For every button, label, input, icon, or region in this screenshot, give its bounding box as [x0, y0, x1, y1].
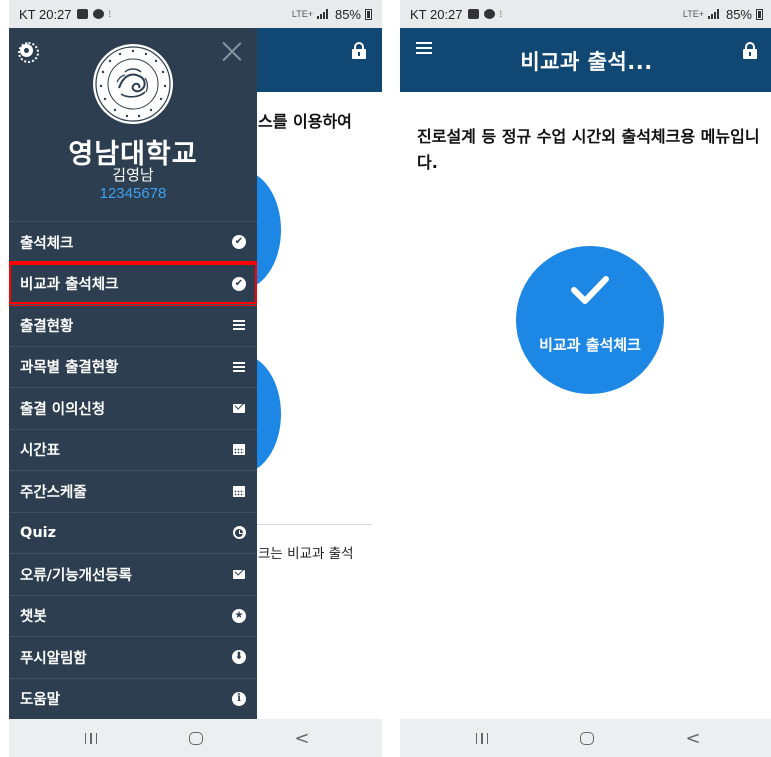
battery-label: 85% — [334, 6, 361, 22]
back-button[interactable]: < — [663, 719, 723, 757]
menu-item-chatbot[interactable]: 챗봇 ★ — [9, 594, 257, 637]
check-circle-icon: ✔ — [232, 235, 246, 250]
checkmark-icon — [571, 276, 609, 304]
user-name: 김영남 — [112, 166, 154, 184]
check-circle-icon: ✔ — [232, 276, 246, 291]
notification-icon: ⁞ — [499, 9, 503, 19]
menu-item-label: 푸시알림함 — [20, 650, 87, 667]
drawer-menu: 출석체크 ✔ 비교과 출석체크 ✔ 출결현황 과목별 출결현황 출결 이의신청 … — [9, 221, 257, 719]
background-text: 크는 비교과 출석 — [258, 546, 354, 562]
gallery-icon — [467, 9, 479, 19]
battery-icon — [365, 8, 372, 20]
menu-item-label: 도움말 — [20, 692, 61, 709]
system-nav-bar: < — [9, 719, 382, 757]
message-icon — [483, 9, 495, 19]
menu-item-label: 출석체크 — [20, 235, 74, 252]
notification-icon: ⁞ — [108, 9, 112, 19]
menu-item-label: 과목별 출결현황 — [20, 360, 119, 377]
gallery-icon — [76, 9, 88, 19]
signal-icon — [707, 9, 722, 19]
list-icon — [233, 361, 245, 372]
list-icon — [233, 320, 245, 331]
status-time: KT 20:27 — [19, 6, 72, 22]
menu-item-course-attendance-status[interactable]: 과목별 출결현황 — [9, 345, 257, 388]
star-icon: ★ — [232, 608, 246, 623]
background-divider — [257, 524, 372, 525]
gear-icon[interactable] — [18, 42, 39, 63]
menu-item-attendance-appeal[interactable]: 출결 이의신청 — [9, 387, 257, 429]
arrow-down-icon: ⬇ — [232, 650, 246, 665]
menu-item-bug-report[interactable]: 오류/기능개선등록 — [9, 553, 257, 595]
menu-item-attendance-status[interactable]: 출결현황 — [9, 304, 257, 346]
menu-item-quiz[interactable]: Quiz — [9, 511, 257, 554]
lock-icon[interactable] — [743, 42, 757, 59]
envelope-icon — [233, 403, 245, 413]
menu-item-extracurricular-attendance[interactable]: 비교과 출석체크 ✔ — [9, 260, 257, 306]
message-icon — [92, 9, 104, 19]
lock-icon[interactable] — [352, 42, 366, 59]
close-icon[interactable] — [222, 41, 242, 61]
status-bar: KT 20:27 ⁞ LTE+ 85% — [400, 0, 771, 28]
menu-item-label: Quiz — [20, 524, 57, 541]
background-text: 스를 이용하여 — [258, 112, 352, 131]
battery-icon — [756, 8, 763, 20]
envelope-icon — [233, 569, 245, 579]
attendance-button-label: 비교과 출석체크 — [539, 336, 641, 354]
page-description: 진로설계 등 정규 수업 시간외 출석체크용 메뉴입니다. — [417, 127, 760, 172]
recent-apps-button[interactable] — [61, 719, 121, 757]
network-label: LTE+ — [682, 9, 704, 19]
calendar-icon — [233, 444, 245, 456]
menu-item-help[interactable]: 도움말 i — [9, 677, 257, 720]
calendar-icon — [233, 485, 245, 497]
back-button[interactable]: < — [272, 719, 332, 757]
menu-item-label: 시간표 — [20, 443, 61, 460]
menu-item-label: 비교과 출석체크 — [20, 277, 119, 294]
menu-item-attendance-check[interactable]: 출석체크 ✔ — [9, 221, 257, 263]
home-button[interactable] — [557, 719, 617, 757]
info-icon: i — [232, 691, 246, 706]
university-seal-logo — [93, 44, 173, 124]
system-nav-bar: < — [400, 719, 771, 757]
menu-item-weekly-schedule[interactable]: 주간스케줄 — [9, 470, 257, 512]
left-screen: KT 20:27 ⁞ LTE+ 85% 스를 이용하여 크는 비교과 출석 영남… — [9, 0, 382, 757]
page-title: 비교과 출석... — [520, 50, 653, 74]
menu-item-push-inbox[interactable]: 푸시알림함 ⬇ — [9, 636, 257, 678]
user-id: 12345678 — [99, 185, 167, 202]
status-time: KT 20:27 — [410, 6, 463, 22]
status-bar: KT 20:27 ⁞ LTE+ 85% — [9, 0, 382, 28]
menu-item-label: 오류/기능개선등록 — [20, 567, 133, 584]
recent-apps-button[interactable] — [452, 719, 512, 757]
menu-item-timetable[interactable]: 시간표 — [9, 428, 257, 471]
menu-item-label: 출결현황 — [20, 318, 74, 335]
app-header: 비교과 출석... — [400, 28, 771, 92]
navigation-drawer: 영남대학교 김영남 12345678 출석체크 ✔ 비교과 출석체크 ✔ 출결현… — [9, 28, 257, 719]
menu-item-label: 챗봇 — [20, 609, 47, 626]
network-label: LTE+ — [291, 9, 313, 19]
home-button[interactable] — [166, 719, 226, 757]
menu-item-label: 출결 이의신청 — [20, 401, 106, 418]
battery-label: 85% — [725, 6, 752, 22]
extracurricular-attendance-button[interactable]: 비교과 출석체크 — [516, 246, 664, 394]
clock-icon — [232, 526, 246, 540]
right-screen: KT 20:27 ⁞ LTE+ 85% 비교과 출석... 진로설계 등 정규 … — [400, 0, 771, 757]
menu-item-label: 주간스케줄 — [20, 484, 87, 501]
signal-icon — [316, 9, 331, 19]
